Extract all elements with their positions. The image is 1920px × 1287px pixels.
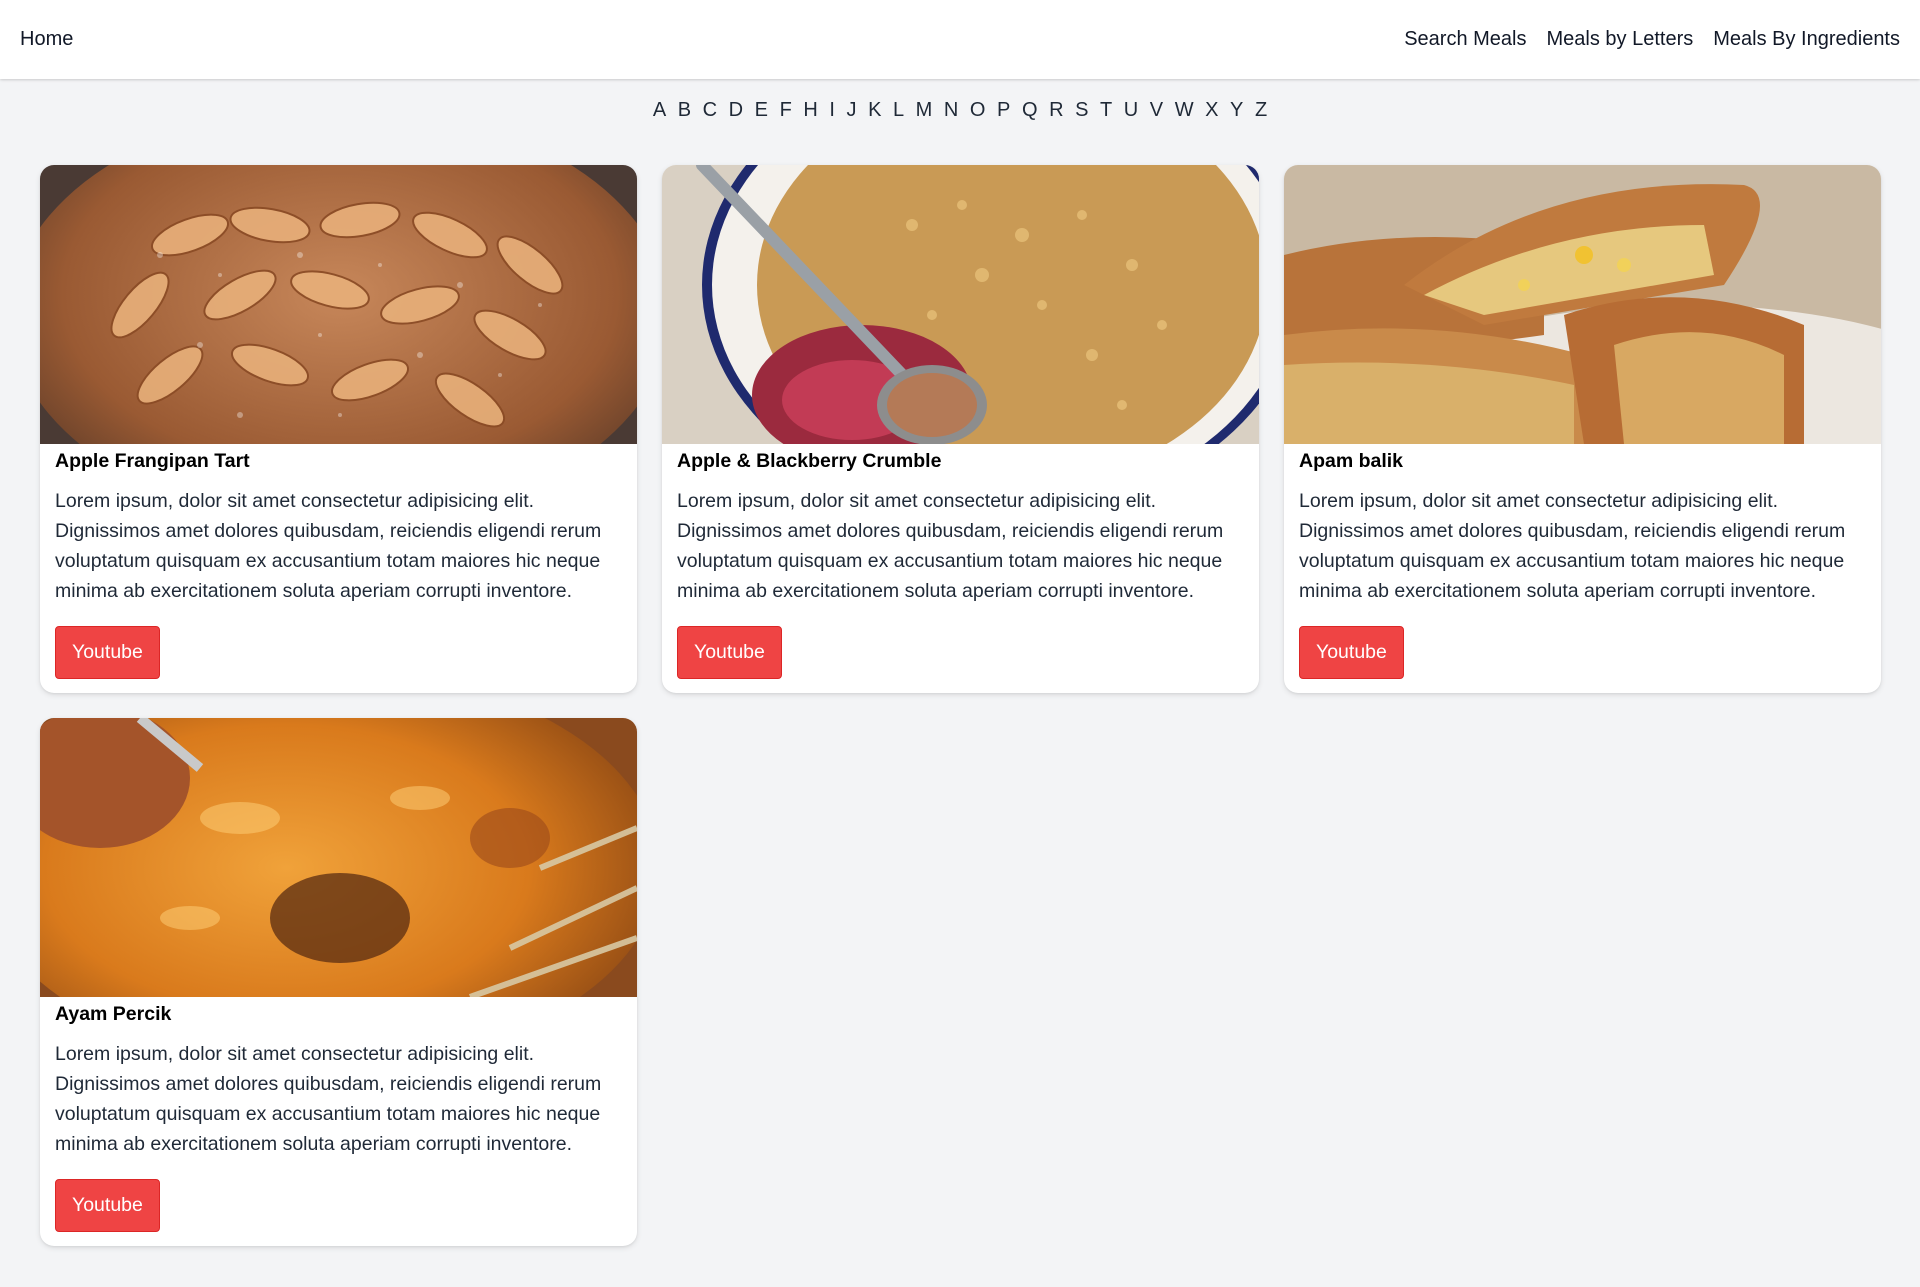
meal-description: Lorem ipsum, dolor sit amet consectetur … [677,490,1224,602]
meal-card: Apple & Blackberry Crumble Lorem ipsum, … [662,165,1259,693]
nav-home-link[interactable]: Home [10,18,83,61]
letter-link-s[interactable]: S [1072,99,1091,122]
meal-image-ayam-percik [40,718,637,997]
letter-link-r[interactable]: R [1046,99,1066,122]
meal-card-body: Apple & Blackberry Crumble Lorem ipsum, … [662,444,1259,679]
letter-link-x[interactable]: X [1202,99,1221,122]
meal-card: Apple Frangipan Tart Lorem ipsum, dolor … [40,165,637,693]
youtube-button[interactable]: Youtube [677,626,782,679]
letter-filter-bar: A B C D E F H I J K L M N O P Q R S T U … [0,99,1920,125]
meal-title: Apple & Blackberry Crumble [677,450,942,472]
meal-image-apple-frangipan-tart [40,165,637,444]
letter-link-y[interactable]: Y [1227,99,1246,122]
meal-card-body: Apple Frangipan Tart Lorem ipsum, dolor … [40,444,637,679]
meal-title: Apam balik [1299,450,1404,472]
nav-meals-by-ingredients-link[interactable]: Meals By Ingredients [1703,18,1910,61]
meal-card-body: Apam balik Lorem ipsum, dolor sit amet c… [1284,444,1881,679]
meal-image-apam-balik [1284,165,1881,444]
letter-link-o[interactable]: O [967,99,989,122]
meal-card: Apam balik Lorem ipsum, dolor sit amet c… [1284,165,1881,693]
letter-link-z[interactable]: Z [1252,99,1270,122]
letter-link-k[interactable]: K [865,99,884,122]
letter-link-q[interactable]: Q [1019,99,1041,122]
meal-card: Ayam Percik Lorem ipsum, dolor sit amet … [40,718,637,1246]
letter-link-f[interactable]: F [777,99,795,122]
meals-grid: Apple Frangipan Tart Lorem ipsum, dolor … [0,165,1920,1246]
letter-link-n[interactable]: N [941,99,961,122]
meal-description: Lorem ipsum, dolor sit amet consectetur … [55,1043,602,1155]
meal-image-apple-blackberry-crumble [662,165,1259,444]
meal-title: Ayam Percik [55,1003,172,1025]
letter-link-h[interactable]: H [800,99,820,122]
letter-link-u[interactable]: U [1121,99,1141,122]
letter-link-j[interactable]: J [844,99,860,122]
meal-title: Apple Frangipan Tart [55,450,250,472]
letter-link-i[interactable]: I [826,99,838,122]
letter-link-l[interactable]: L [890,99,907,122]
letter-link-w[interactable]: W [1172,99,1197,122]
youtube-button[interactable]: Youtube [55,1179,160,1232]
letter-link-a[interactable]: A [650,99,669,122]
nav-links-group: Search Meals Meals by Letters Meals By I… [1394,18,1910,61]
top-navbar: Home Search Meals Meals by Letters Meals… [0,0,1920,79]
meal-description: Lorem ipsum, dolor sit amet consectetur … [1299,490,1846,602]
letter-link-d[interactable]: D [726,99,746,122]
youtube-button[interactable]: Youtube [1299,626,1404,679]
youtube-button[interactable]: Youtube [55,626,160,679]
meal-description: Lorem ipsum, dolor sit amet consectetur … [55,490,602,602]
meal-card-body: Ayam Percik Lorem ipsum, dolor sit amet … [40,997,637,1232]
letter-link-m[interactable]: M [913,99,936,122]
nav-meals-by-letters-link[interactable]: Meals by Letters [1537,18,1704,61]
nav-search-meals-link[interactable]: Search Meals [1394,18,1536,61]
letter-link-v[interactable]: V [1147,99,1166,122]
letter-link-b[interactable]: B [675,99,694,122]
letter-link-p[interactable]: P [994,99,1013,122]
letter-link-c[interactable]: C [700,99,720,122]
letter-link-e[interactable]: E [752,99,771,122]
letter-link-t[interactable]: T [1097,99,1115,122]
